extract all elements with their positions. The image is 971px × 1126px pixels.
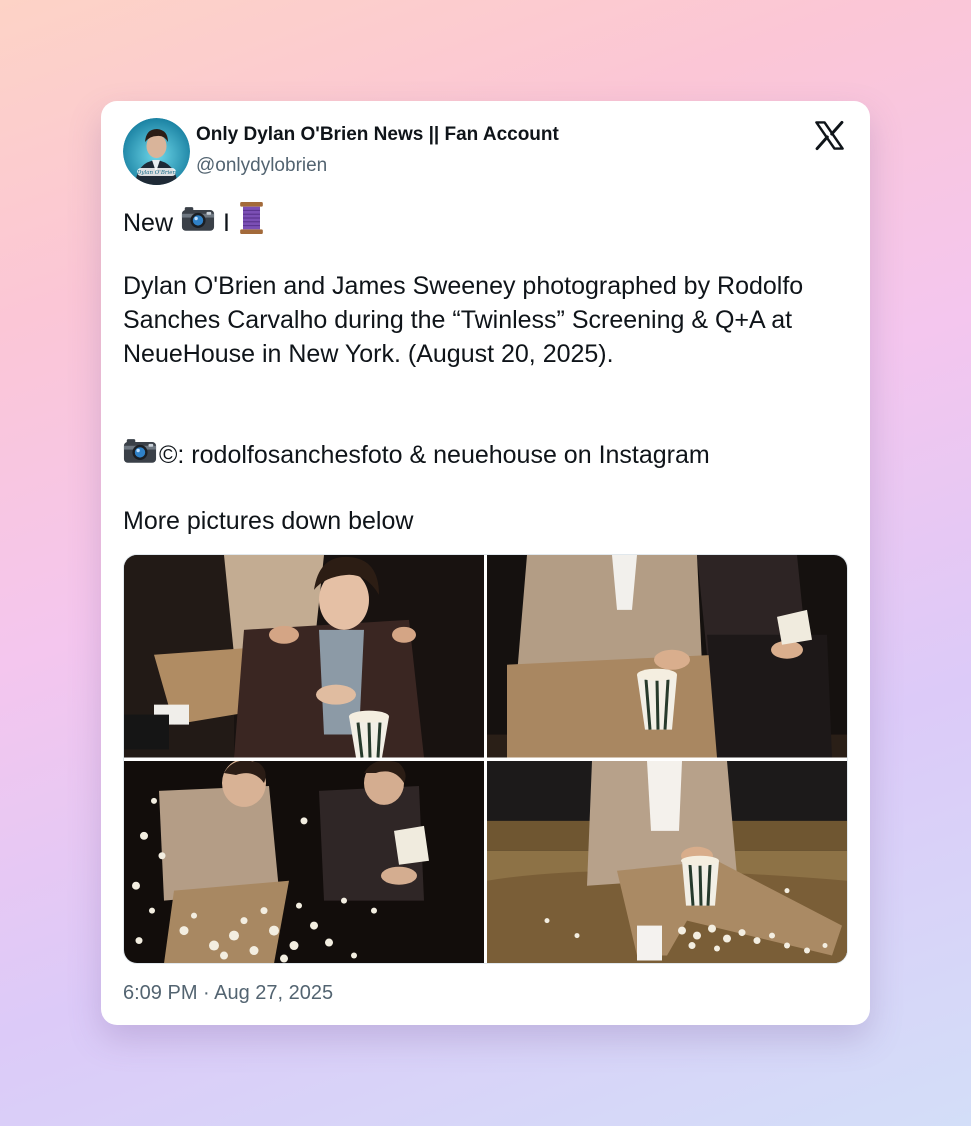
author-handle[interactable]: @onlydylobrien	[196, 155, 327, 177]
more-pictures-text: More pictures down below	[123, 507, 414, 535]
tweet-timestamp[interactable]: 6:09 PM · Aug 27, 2025	[123, 982, 333, 1005]
x-logo-icon[interactable]	[813, 119, 846, 152]
new-label: New	[123, 208, 174, 237]
photo-2[interactable]	[487, 555, 847, 758]
credit-text: ©: rodolfosanchesfoto & neuehouse on Ins…	[159, 441, 710, 469]
photo-3[interactable]	[124, 760, 484, 963]
avatar-caption: Dylan O'Brien	[136, 170, 177, 176]
photo-credit-line: ©: rodolfosanchesfoto & neuehouse on Ins…	[123, 437, 710, 473]
author-avatar[interactable]: Dylan O'Brien	[123, 118, 190, 185]
camera-icon	[123, 437, 157, 473]
media-grid	[123, 554, 848, 964]
photo-4[interactable]	[487, 760, 847, 963]
tweet-paragraph: Dylan O'Brien and James Sweeney photogra…	[123, 272, 804, 368]
photo-1[interactable]	[124, 555, 484, 758]
tweet-card: Dylan O'Brien Only Dylan O'Brien News ||…	[101, 101, 870, 1025]
thread-spool-icon	[238, 201, 265, 244]
author-name[interactable]: Only Dylan O'Brien News || Fan Account	[196, 124, 559, 146]
tweet-first-line: New I	[123, 201, 265, 244]
camera-icon	[181, 205, 215, 241]
separator-label: I	[223, 208, 230, 237]
